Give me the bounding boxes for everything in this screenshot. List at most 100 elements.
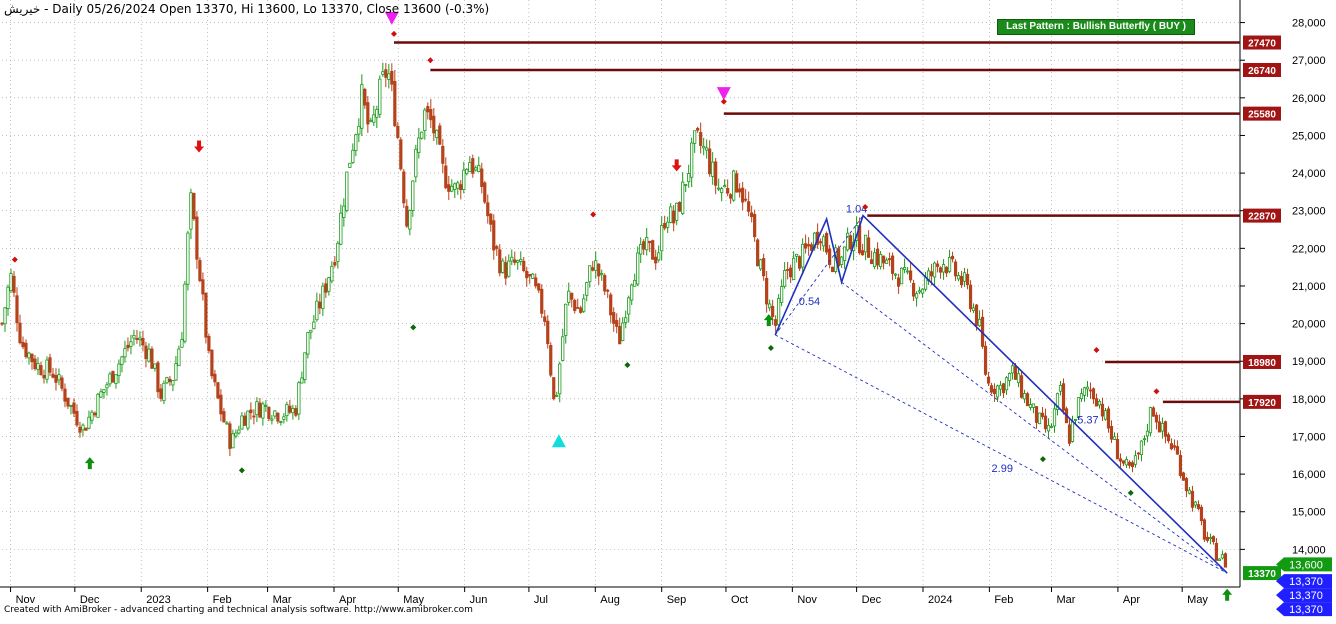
candle-body <box>465 168 469 174</box>
candle-body <box>573 300 577 311</box>
candle-body <box>603 275 607 292</box>
red-dot-marker <box>720 98 727 105</box>
candle-body <box>585 282 589 296</box>
candle-body <box>171 380 175 386</box>
y-tick-label: 22,000 <box>1292 243 1326 255</box>
candle-body <box>423 109 427 132</box>
candle-body <box>861 250 865 256</box>
candle-body <box>1208 537 1213 539</box>
candle-body <box>492 220 496 251</box>
candle-body <box>1175 446 1180 455</box>
ratio-label: 2.99 <box>992 463 1013 475</box>
candle-body <box>495 246 499 249</box>
candle-body <box>1181 472 1186 481</box>
candle-body <box>771 305 775 317</box>
candle-body <box>657 252 661 261</box>
candle-body <box>944 266 949 274</box>
candle-body <box>681 181 685 214</box>
candle-body <box>378 78 382 115</box>
candle-body <box>917 290 922 293</box>
candle-body <box>708 148 712 175</box>
candle-body <box>1052 408 1057 427</box>
candle-body <box>1061 383 1066 411</box>
candle-body <box>624 317 628 323</box>
y-tick-label: 23,000 <box>1292 206 1326 218</box>
candle-body <box>881 255 886 264</box>
candle-body <box>279 421 283 423</box>
candle-body <box>747 201 751 212</box>
candle-body <box>1034 406 1039 423</box>
candle-body <box>633 279 637 287</box>
candle-body <box>920 288 925 294</box>
y-tick-label: 19,000 <box>1292 356 1326 368</box>
green-dot-marker <box>238 467 245 474</box>
candle-body <box>48 357 52 373</box>
candle-body <box>1082 387 1087 396</box>
candle-body <box>384 69 388 78</box>
candle-body <box>660 225 664 252</box>
candle-body <box>807 244 811 247</box>
candle-body <box>753 214 757 238</box>
candle-body <box>1166 434 1171 442</box>
candle-body <box>890 255 895 274</box>
candle-body <box>513 259 517 263</box>
candle-body <box>1136 452 1141 455</box>
candle-body <box>135 338 139 340</box>
candle-body <box>165 377 169 384</box>
green-dot-marker <box>767 345 774 352</box>
candle-body <box>111 370 115 383</box>
candle-body <box>369 119 373 122</box>
candle-body <box>372 114 376 123</box>
candle-body <box>480 168 484 187</box>
candle-body <box>285 404 289 417</box>
candle-body <box>432 115 436 134</box>
candle-body <box>339 212 343 245</box>
x-tick-label: Mar <box>1057 594 1076 606</box>
candle-body <box>333 261 337 266</box>
candle-body <box>1010 365 1015 374</box>
buy-arrow-icon <box>84 457 95 470</box>
candle-body <box>723 185 727 188</box>
candle-body <box>783 270 787 287</box>
candle-body <box>1127 461 1132 466</box>
candle-body <box>198 260 202 282</box>
candle-body <box>72 402 76 414</box>
candle-body <box>956 275 961 280</box>
buy-arrow-icon <box>1222 588 1233 601</box>
candle-body <box>1094 398 1099 407</box>
candle-body <box>297 382 301 415</box>
candle-body <box>606 289 610 292</box>
candle-body <box>950 255 955 260</box>
candle-body <box>501 260 505 273</box>
candle-body <box>1070 421 1075 442</box>
candle-body <box>1058 384 1063 392</box>
candle-body <box>615 320 619 327</box>
candle-body <box>129 341 133 347</box>
candle-body <box>666 221 670 228</box>
candle-body <box>276 412 280 422</box>
candle-body <box>387 73 391 80</box>
candle-body <box>36 363 40 370</box>
red-dot-marker <box>427 57 434 64</box>
candle-body <box>729 194 733 199</box>
candle-body <box>231 433 235 449</box>
pattern-line <box>774 214 1228 574</box>
candle-body <box>1106 408 1111 429</box>
candle-body <box>255 401 259 416</box>
candle-body <box>417 137 421 153</box>
candle-body <box>354 134 358 151</box>
candle-body <box>825 232 829 253</box>
candle-body <box>1130 462 1135 468</box>
candle-body <box>636 252 640 285</box>
candle-body <box>1184 478 1189 492</box>
candle-body <box>869 259 874 265</box>
candle-body <box>711 161 715 177</box>
candle-body <box>899 267 904 285</box>
low-price-text: 13,370 <box>1289 576 1323 588</box>
x-tick-label: Feb <box>994 594 1013 606</box>
candle-body <box>222 411 226 423</box>
candle-body <box>3 307 7 325</box>
candle-body <box>1013 365 1018 380</box>
candle-body <box>576 307 580 309</box>
candle-body <box>1067 424 1072 444</box>
